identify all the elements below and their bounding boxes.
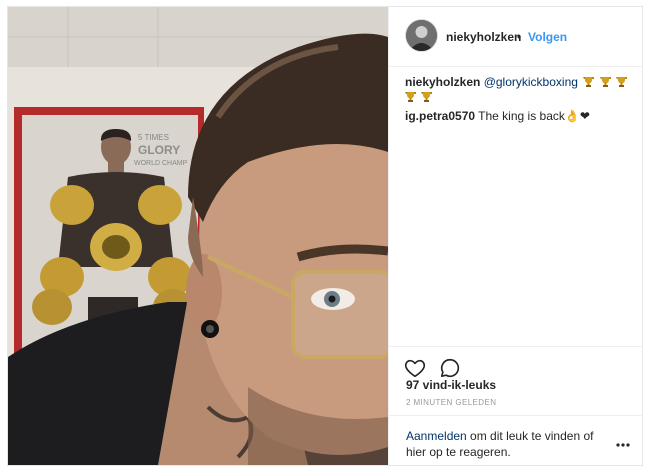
login-prompt: Aanmelden om dit leuk te vinden of hier … <box>406 428 606 460</box>
more-options-icon[interactable] <box>615 442 631 448</box>
avatar-image <box>406 20 437 51</box>
post-side-panel: niekyholzken • Volgen niekyholzken @glor… <box>388 7 643 465</box>
trophy-icon <box>405 92 416 102</box>
separator-dot: • <box>517 30 522 44</box>
poster-text-1: 5 TIMES <box>138 133 169 142</box>
caption-username[interactable]: niekyholzken <box>405 75 480 89</box>
caption: niekyholzken @glorykickboxing <box>405 75 630 105</box>
comment-item: ig.petra0570 The king is back👌❤ <box>405 109 630 124</box>
follow-button[interactable]: Volgen <box>528 30 567 44</box>
poster-text-2: GLORY <box>138 143 180 157</box>
avatar[interactable] <box>406 20 437 51</box>
post-actions <box>389 346 643 379</box>
caption-mention[interactable]: @glorykickboxing <box>484 75 578 89</box>
post-author-username[interactable]: niekyholzken <box>446 30 521 44</box>
poster-text-3: WORLD CHAMP <box>134 160 188 167</box>
comment-username[interactable]: ig.petra0570 <box>405 109 475 123</box>
comment-text: The king is back👌❤ <box>478 109 590 123</box>
post-header: niekyholzken • Volgen <box>389 7 643 67</box>
instagram-post: 5 TIMES GLORY WORLD CHAMP niekyholzken •… <box>7 6 643 466</box>
comment-icon[interactable] <box>439 357 461 379</box>
post-photo[interactable]: 5 TIMES GLORY WORLD CHAMP <box>8 7 388 465</box>
photo-illustration: 5 TIMES GLORY WORLD CHAMP <box>8 7 388 465</box>
trophy-icon <box>421 92 433 102</box>
likes-count[interactable]: 97 vind-ik-leuks <box>406 378 496 392</box>
post-footer: Aanmelden om dit leuk te vinden of hier … <box>389 415 643 465</box>
comments-list: niekyholzken @glorykickboxing ig.petra05… <box>405 75 630 128</box>
trophy-icon <box>583 77 595 87</box>
trophy-icon <box>615 77 627 87</box>
login-link[interactable]: Aanmelden <box>406 429 467 443</box>
post-timestamp: 2 MINUTEN GELEDEN <box>406 398 497 407</box>
trophy-icon <box>599 77 611 87</box>
heart-icon[interactable] <box>404 357 426 379</box>
